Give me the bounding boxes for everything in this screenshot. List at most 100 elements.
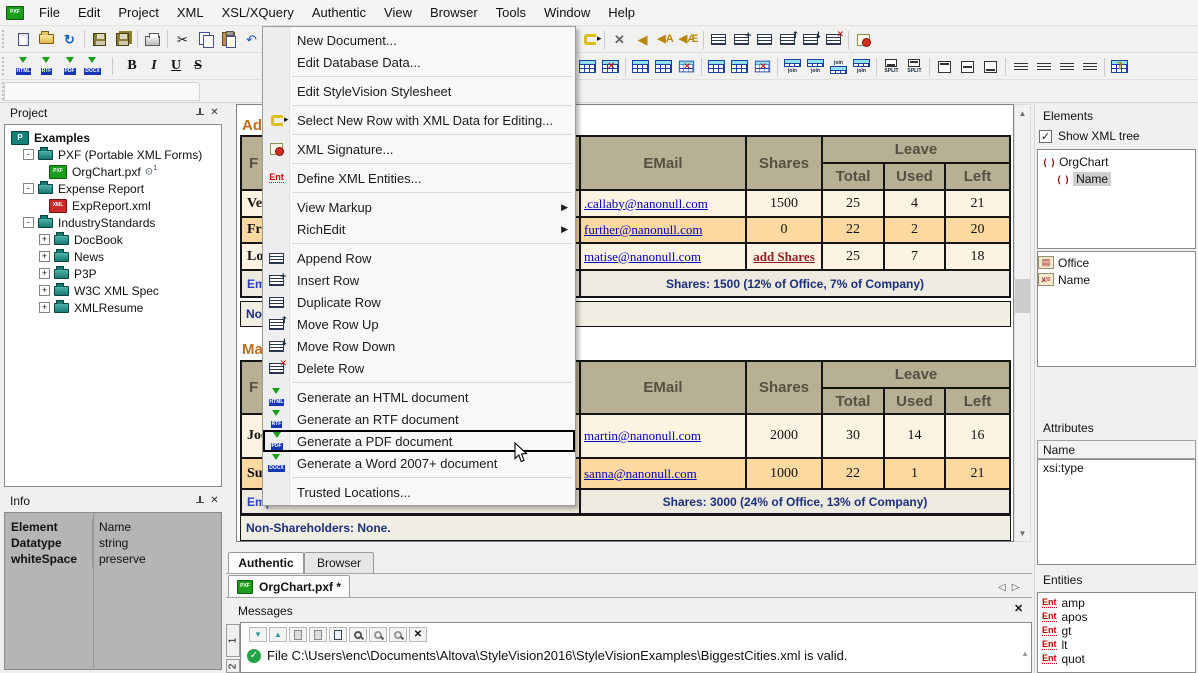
- menu-item-richedit[interactable]: RichEdit▶: [263, 218, 575, 240]
- find-icon[interactable]: [349, 627, 367, 642]
- open-file-icon[interactable]: [35, 29, 58, 50]
- join-below-icon[interactable]: join: [827, 56, 850, 77]
- attribute-row[interactable]: xsi:type: [1038, 460, 1195, 476]
- project-tree-item-news[interactable]: + News: [5, 248, 221, 265]
- previous-element-icon[interactable]: ◀: [631, 29, 654, 50]
- project-tree-item-p3p[interactable]: + P3P: [5, 265, 221, 282]
- menu-item-move-row-up[interactable]: Move Row Up: [263, 313, 575, 335]
- cell-email[interactable]: .callaby@nanonull.com: [580, 190, 746, 217]
- entity-item[interactable]: Ent amp: [1038, 596, 1195, 610]
- expand-icon[interactable]: +: [39, 302, 50, 313]
- cell-total[interactable]: 25: [822, 243, 884, 270]
- menu-tools[interactable]: Tools: [487, 1, 535, 24]
- project-tree-item-orgchart[interactable]: PXF OrgChart.pxf ⊙: [5, 163, 221, 180]
- save-icon[interactable]: [88, 29, 111, 50]
- cell-total[interactable]: 22: [822, 217, 884, 243]
- cell-email[interactable]: further@nanonull.com: [580, 217, 746, 243]
- next-message-icon[interactable]: [249, 627, 267, 642]
- cell-used[interactable]: 2: [884, 217, 945, 243]
- expand-icon[interactable]: +: [39, 251, 50, 262]
- underline-icon[interactable]: U: [165, 56, 187, 76]
- delete-row-icon[interactable]: [675, 56, 698, 77]
- document-tab-orgchart[interactable]: PXF OrgChart.pxf *: [228, 575, 350, 597]
- paste-icon[interactable]: [217, 29, 240, 50]
- generate-rtf-icon[interactable]: RTF: [35, 56, 58, 77]
- cell-left[interactable]: 18: [945, 243, 1010, 270]
- close-icon[interactable]: ✕: [208, 106, 221, 119]
- copy-message-icon[interactable]: [289, 627, 307, 642]
- messages-side-tab-1[interactable]: 1: [226, 624, 240, 657]
- align-bottom-icon[interactable]: [979, 56, 1002, 77]
- select-new-row-icon[interactable]: [578, 29, 601, 50]
- project-tree-item-industrystandards[interactable]: - IndustryStandards: [5, 214, 221, 231]
- toolbar-grip[interactable]: [2, 30, 8, 48]
- insert-table-icon[interactable]: [576, 56, 599, 77]
- append-row-icon[interactable]: [707, 29, 730, 50]
- menu-item-generate-rtf[interactable]: RTFGenerate an RTF document: [263, 408, 575, 430]
- insert-column-icon[interactable]: [728, 56, 751, 77]
- collapse-icon[interactable]: -: [23, 183, 34, 194]
- menu-item-edit-stylevision-stylesheet[interactable]: Edit StyleVision Stylesheet: [263, 80, 575, 102]
- cell-left[interactable]: 21: [945, 458, 1010, 489]
- collapse-icon[interactable]: -: [23, 217, 34, 228]
- entity-item[interactable]: Ent lt: [1038, 638, 1195, 652]
- scroll-up-icon[interactable]: ▲: [1015, 105, 1030, 121]
- cell-used[interactable]: 1: [884, 458, 945, 489]
- justify-icon[interactable]: [1078, 56, 1101, 77]
- add-shares-link[interactable]: add Shares: [746, 243, 822, 270]
- menu-item-new-document[interactable]: New Document...: [263, 29, 575, 51]
- cell-shares[interactable]: 2000: [746, 414, 822, 458]
- cell-left[interactable]: 20: [945, 217, 1010, 243]
- menu-item-generate-pdf[interactable]: PDFGenerate a PDF document: [263, 430, 575, 452]
- find-previous-icon[interactable]: [369, 627, 387, 642]
- print-icon[interactable]: [141, 29, 164, 50]
- menu-item-select-new-row[interactable]: Select New Row with XML Data for Editing…: [263, 109, 575, 131]
- style-combo[interactable]: [4, 82, 200, 101]
- cell-shares[interactable]: 1500: [746, 190, 822, 217]
- split-vertically-icon[interactable]: SPLIT: [903, 56, 926, 77]
- insert-row-icon[interactable]: [730, 29, 753, 50]
- menu-authentic[interactable]: Authentic: [303, 1, 375, 24]
- copy-all-messages-icon[interactable]: [309, 627, 327, 642]
- scroll-down-icon[interactable]: ▼: [1015, 525, 1030, 541]
- tab-browser[interactable]: Browser: [304, 552, 374, 573]
- move-row-down-icon[interactable]: [799, 29, 822, 50]
- copy-filtered-messages-icon[interactable]: [329, 627, 347, 642]
- menu-item-xml-signature[interactable]: XML Signature...: [263, 138, 575, 160]
- tab-authentic[interactable]: Authentic: [228, 552, 304, 573]
- menu-item-delete-row[interactable]: Delete Row: [263, 357, 575, 379]
- menu-item-trusted-locations[interactable]: Trusted Locations...: [263, 481, 575, 503]
- scrollbar-thumb[interactable]: [1015, 279, 1030, 313]
- document-scrollbar[interactable]: ▲ ▼: [1014, 104, 1031, 542]
- show-markup-icon[interactable]: ◀Æ: [677, 29, 700, 50]
- bold-icon[interactable]: B: [121, 56, 143, 76]
- join-left-icon[interactable]: join: [781, 56, 804, 77]
- strikethrough-icon[interactable]: S: [187, 56, 209, 76]
- menu-item-move-row-down[interactable]: Move Row Down: [263, 335, 575, 357]
- cell-email[interactable]: matise@nanonull.com: [580, 243, 746, 270]
- previous-message-icon[interactable]: [269, 627, 287, 642]
- insert-element-office[interactable]: Office: [1038, 254, 1195, 271]
- delete-table-icon[interactable]: [599, 56, 622, 77]
- generate-pdf-icon[interactable]: PDF: [58, 56, 81, 77]
- entity-item[interactable]: Ent gt: [1038, 624, 1195, 638]
- new-document-icon[interactable]: [12, 29, 35, 50]
- show-xml-tree-checkbox[interactable]: ✓: [1039, 130, 1052, 143]
- xml-tree-item-orgchart[interactable]: OrgChart: [1038, 153, 1195, 170]
- insert-attribute-name[interactable]: Name: [1038, 271, 1195, 288]
- project-tree-item-expense-report[interactable]: - Expense Report: [5, 180, 221, 197]
- menu-xsl-xquery[interactable]: XSL/XQuery: [213, 1, 303, 24]
- menu-edit[interactable]: Edit: [69, 1, 109, 24]
- table-properties-icon[interactable]: [1108, 56, 1131, 77]
- project-tree-item-examples[interactable]: P Examples: [5, 129, 221, 146]
- move-row-up-icon[interactable]: [776, 29, 799, 50]
- menu-item-duplicate-row[interactable]: Duplicate Row: [263, 291, 575, 313]
- entity-item[interactable]: Ent apos: [1038, 610, 1195, 624]
- append-column-icon[interactable]: [705, 56, 728, 77]
- italic-icon[interactable]: I: [143, 56, 165, 76]
- cell-used[interactable]: 14: [884, 414, 945, 458]
- project-tree-item-xmlresume[interactable]: + XMLResume: [5, 299, 221, 316]
- copy-icon[interactable]: [194, 29, 217, 50]
- tab-nav-arrows[interactable]: ◁▷: [998, 582, 1025, 593]
- menu-view[interactable]: View: [375, 1, 421, 24]
